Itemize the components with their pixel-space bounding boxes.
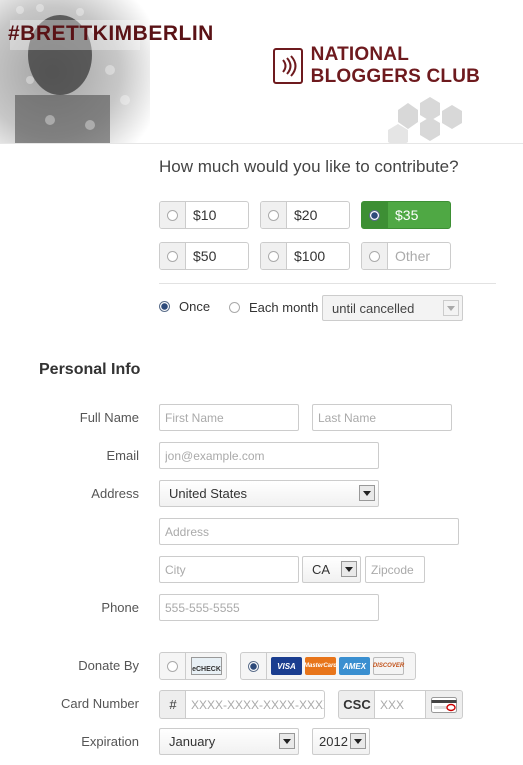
radio-selected-icon[interactable] xyxy=(159,301,170,312)
country-select[interactable]: United States xyxy=(159,480,379,507)
expiration-year-value: 2012 xyxy=(319,734,348,749)
visa-card-icon: VISA xyxy=(271,657,302,675)
radio-icon[interactable] xyxy=(167,209,178,221)
address-label: Address xyxy=(91,486,139,501)
amount-option-100[interactable]: $100 xyxy=(260,242,350,270)
expiration-month-value: January xyxy=(169,734,216,749)
radio-selected-icon[interactable] xyxy=(369,209,380,221)
radio-icon[interactable] xyxy=(268,250,279,262)
radio-selected-icon[interactable] xyxy=(248,660,259,672)
donate-by-label: Donate By xyxy=(78,658,139,673)
amount-label: $20 xyxy=(294,207,318,223)
echeck-icon: eCHECK xyxy=(191,657,222,675)
chevron-down-icon[interactable] xyxy=(359,485,375,501)
last-name-field[interactable] xyxy=(312,404,452,431)
email-label: Email xyxy=(106,448,139,463)
chevron-down-icon[interactable] xyxy=(279,733,295,749)
amount-option-50[interactable]: $50 xyxy=(159,242,249,270)
duration-select[interactable]: until cancelled xyxy=(322,295,463,321)
hash-icon: # xyxy=(159,690,186,719)
amount-label: $35 xyxy=(395,207,419,223)
mastercard-icon: MasterCard xyxy=(304,657,337,675)
csc-field[interactable] xyxy=(374,690,426,719)
contribution-question: How much would you like to contribute? xyxy=(159,157,459,176)
header-banner: #BRETTKIMBERLIN NATIONAL BLOGGERS CLUB xyxy=(0,0,523,144)
personal-info-heading: Personal Info xyxy=(39,361,141,378)
radio-icon[interactable] xyxy=(167,250,178,262)
email-field[interactable] xyxy=(159,442,379,469)
org-name: NATIONAL BLOGGERS CLUB xyxy=(310,44,481,87)
csc-label: CSC xyxy=(338,690,375,719)
hexagon-decoration xyxy=(388,97,462,143)
radio-icon[interactable] xyxy=(167,660,178,672)
discover-card-icon: DISCOVER xyxy=(373,657,404,675)
card-back-icon xyxy=(425,690,463,719)
echeck-option[interactable]: eCHECK xyxy=(159,652,227,680)
zipcode-field[interactable] xyxy=(365,556,425,583)
expiration-label: Expiration xyxy=(81,734,139,749)
phone-field[interactable] xyxy=(159,594,379,621)
chevron-down-icon[interactable] xyxy=(443,300,459,316)
radio-icon[interactable] xyxy=(268,209,279,221)
state-select[interactable]: CA xyxy=(302,556,361,583)
divider xyxy=(159,283,496,284)
amex-card-icon: AMEX xyxy=(339,657,370,675)
org-logo: NATIONAL BLOGGERS CLUB xyxy=(273,44,523,88)
amount-label: $50 xyxy=(193,248,217,264)
frequency-once-label: Once xyxy=(179,299,211,314)
phone-label: Phone xyxy=(101,600,139,615)
amount-label: $100 xyxy=(294,248,326,264)
expiration-year-select[interactable]: 2012 xyxy=(312,728,370,755)
full-name-label: Full Name xyxy=(79,410,139,425)
chevron-down-icon[interactable] xyxy=(350,733,366,749)
city-field[interactable] xyxy=(159,556,299,583)
radio-icon[interactable] xyxy=(229,302,240,313)
amount-other-label: Other xyxy=(395,248,431,264)
chevron-down-icon[interactable] xyxy=(341,561,357,577)
radio-icon[interactable] xyxy=(369,250,380,262)
address-field[interactable] xyxy=(159,518,459,545)
duration-value: until cancelled xyxy=(332,300,415,316)
amount-option-other[interactable]: Other xyxy=(361,242,451,270)
card-number-label: Card Number xyxy=(60,696,139,711)
amount-option-35[interactable]: $35 xyxy=(361,201,451,229)
state-value: CA xyxy=(312,562,331,577)
amount-option-20[interactable]: $20 xyxy=(260,201,350,229)
expiration-month-select[interactable]: January xyxy=(159,728,299,755)
signal-icon xyxy=(273,48,303,84)
frequency-monthly-option[interactable]: Each month xyxy=(229,300,318,315)
amount-option-10[interactable]: $10 xyxy=(159,201,249,229)
first-name-field[interactable] xyxy=(159,404,299,431)
frequency-once-option[interactable]: Once xyxy=(159,299,210,314)
amount-label: $10 xyxy=(193,207,217,223)
card-number-field[interactable] xyxy=(185,690,325,719)
hashtag-title: #BRETTKIMBERLIN xyxy=(8,22,214,45)
frequency-monthly-label: Each month xyxy=(249,300,319,315)
credit-card-option[interactable]: VISA MasterCard AMEX DISCOVER xyxy=(240,652,416,680)
country-value: United States xyxy=(169,486,248,501)
